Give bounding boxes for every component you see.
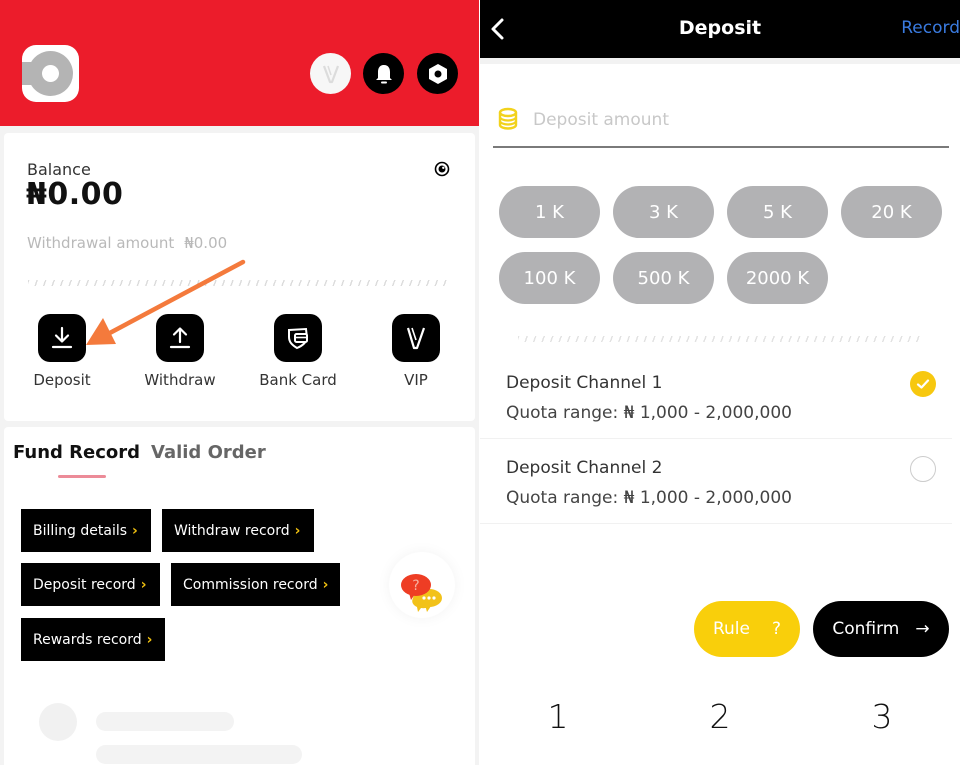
withdraw-record-label: Withdraw record bbox=[174, 522, 290, 539]
deposit-channel-2[interactable]: Deposit Channel 2 Quota range: ₦ 1,000 -… bbox=[480, 440, 952, 524]
vip-icon bbox=[392, 314, 440, 362]
deposit-amount-input[interactable] bbox=[533, 104, 933, 136]
quick-amount-1k[interactable]: 1 K bbox=[499, 186, 600, 238]
active-tab-indicator bbox=[58, 475, 106, 478]
withdraw-record-button[interactable]: Withdraw record › bbox=[162, 509, 314, 552]
confirm-label: Confirm bbox=[832, 619, 900, 639]
vip-label: VIP bbox=[404, 371, 428, 389]
channel-radio-selected[interactable] bbox=[910, 371, 936, 397]
quick-amount-500k[interactable]: 500 K bbox=[613, 252, 714, 304]
help-chat-button[interactable]: ? bbox=[389, 552, 455, 618]
rewards-record-label: Rewards record bbox=[33, 631, 142, 648]
deposit-label: Deposit bbox=[33, 371, 91, 389]
settings-icon[interactable] bbox=[417, 53, 458, 94]
chevron-right-icon: › bbox=[132, 522, 138, 539]
step-label: 1 bbox=[547, 697, 569, 736]
skeleton-line bbox=[96, 712, 234, 731]
channel-quota: Quota range: ₦ 1,000 - 2,000,000 bbox=[506, 488, 792, 508]
chevron-right-icon: › bbox=[294, 522, 301, 539]
channel-name: Deposit Channel 1 bbox=[506, 373, 663, 393]
question-icon: ? bbox=[771, 619, 782, 639]
billing-details-label: Billing details bbox=[33, 522, 128, 539]
fund-record-card: Fund Record Valid Order Billing details ›… bbox=[4, 427, 475, 765]
eye-toggle-icon[interactable] bbox=[434, 161, 450, 177]
deposit-amount-field bbox=[493, 100, 949, 148]
chevron-right-icon: › bbox=[322, 576, 329, 593]
confirm-button[interactable]: Confirm → bbox=[813, 601, 949, 657]
record-link[interactable]: Record bbox=[901, 18, 960, 38]
withdraw-button[interactable]: Withdraw bbox=[135, 314, 225, 389]
deposit-screen: Deposit Record 1 K 3 K 5 K 20 K 100 K 50… bbox=[480, 0, 960, 765]
quick-amount-5k[interactable]: 5 K bbox=[727, 186, 828, 238]
channel-name: Deposit Channel 2 bbox=[506, 458, 663, 478]
billing-details-button[interactable]: Billing details › bbox=[21, 509, 151, 552]
commission-record-button[interactable]: Commission record › bbox=[171, 563, 340, 606]
nav-bar: Deposit Record bbox=[480, 0, 960, 58]
balance-value: ₦0.00 bbox=[26, 177, 124, 212]
deposit-record-label: Deposit record bbox=[33, 576, 136, 593]
bank-card-button[interactable]: Bank Card bbox=[253, 314, 343, 389]
deposit-record-button[interactable]: Deposit record › bbox=[21, 563, 160, 606]
divider bbox=[28, 280, 448, 286]
upload-icon bbox=[156, 314, 204, 362]
step-label: 2 bbox=[709, 697, 731, 736]
svg-text:?: ? bbox=[412, 578, 419, 594]
withdrawal-value: ₦0.00 bbox=[184, 234, 228, 252]
deposit-channel-1[interactable]: Deposit Channel 1 Quota range: ₦ 1,000 -… bbox=[480, 355, 952, 439]
vip-button[interactable]: VIP bbox=[371, 314, 461, 389]
page-title: Deposit bbox=[678, 17, 762, 39]
chevron-right-icon: › bbox=[146, 631, 153, 648]
quick-amount-2000k[interactable]: 2000 K bbox=[727, 252, 828, 304]
check-icon bbox=[916, 379, 930, 389]
withdraw-label: Withdraw bbox=[144, 371, 216, 389]
rule-button[interactable]: Rule ? bbox=[694, 601, 800, 657]
rule-label: Rule bbox=[712, 619, 750, 639]
withdrawal-label: Withdrawal amount bbox=[27, 234, 175, 252]
tab-valid-order[interactable]: Valid Order bbox=[151, 442, 266, 463]
deposit-button[interactable]: Deposit bbox=[17, 314, 107, 389]
quick-amount-20k[interactable]: 20 K bbox=[841, 186, 942, 238]
step-label: 3 bbox=[871, 697, 893, 736]
wallet-screen: Balance ₦0.00 Withdrawal amount ₦0.00 Dep… bbox=[0, 0, 479, 765]
commission-record-label: Commission record bbox=[183, 576, 318, 593]
nav-divider bbox=[480, 58, 960, 64]
channel-radio-unselected[interactable] bbox=[910, 456, 936, 482]
quick-amount-3k[interactable]: 3 K bbox=[613, 186, 714, 238]
tab-fund-record[interactable]: Fund Record bbox=[13, 442, 140, 463]
vip-icon[interactable] bbox=[310, 53, 351, 94]
bell-icon[interactable] bbox=[363, 53, 404, 94]
app-logo-icon[interactable] bbox=[22, 45, 79, 102]
skeleton-avatar bbox=[39, 703, 77, 741]
chevron-right-icon: › bbox=[140, 576, 147, 593]
withdrawal-amount: Withdrawal amount ₦0.00 bbox=[27, 234, 227, 252]
wallet-header bbox=[0, 0, 479, 126]
download-icon bbox=[38, 314, 86, 362]
quick-amount-100k[interactable]: 100 K bbox=[499, 252, 600, 304]
bank-card-icon bbox=[274, 314, 322, 362]
divider bbox=[518, 336, 924, 342]
channel-quota: Quota range: ₦ 1,000 - 2,000,000 bbox=[506, 403, 792, 423]
skeleton-line bbox=[96, 745, 302, 764]
arrow-right-icon: → bbox=[915, 619, 930, 639]
balance-card: Balance ₦0.00 Withdrawal amount ₦0.00 Dep… bbox=[4, 133, 475, 421]
rewards-record-button[interactable]: Rewards record › bbox=[21, 618, 165, 661]
coins-icon bbox=[496, 107, 520, 131]
bank-card-label: Bank Card bbox=[259, 371, 337, 389]
chat-help-icon: ? bbox=[401, 574, 442, 612]
